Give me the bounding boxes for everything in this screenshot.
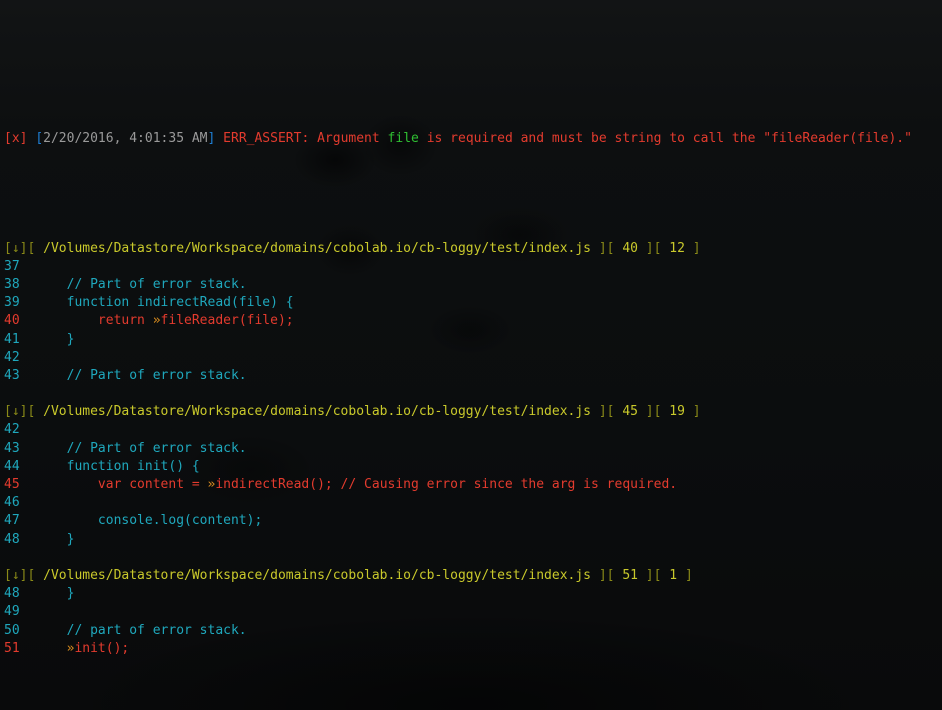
code-line-number: 43 — [4, 367, 36, 383]
column-number-value: 12 — [669, 240, 685, 256]
code-line: 43 // Part of error stack. — [4, 440, 942, 458]
line-bracket-open: [ — [606, 567, 623, 583]
code-text: // Part of error stack. — [35, 367, 247, 383]
error-position-marker-icon: » — [152, 313, 161, 329]
error-message-part1: Argument — [317, 131, 380, 147]
code-line: 50 // part of error stack. — [4, 622, 942, 640]
column-number-value: 1 — [669, 567, 678, 583]
line-bracket-open: [ — [606, 404, 623, 420]
code-line-number: 46 — [4, 495, 36, 511]
code-line-highlighted: 51 »init(); — [4, 640, 942, 658]
error-message-part2: is required and must be string to call t… — [426, 131, 912, 147]
code-line: 39 function indirectRead(file) { — [4, 294, 942, 312]
code-block-header[interactable]: [↓] [ /Volumes/Datastore/Workspace/domain… — [4, 240, 942, 258]
code-text: // part of error stack. — [35, 622, 247, 638]
column-bracket-close: ] — [684, 240, 701, 256]
code-line-number: 39 — [4, 295, 36, 311]
line-bracket-close: ] — [637, 567, 654, 583]
code-line-number: 48 — [4, 586, 36, 602]
jump-down-icon[interactable]: [↓] — [4, 568, 27, 583]
file-path[interactable]: /Volumes/Datastore/Workspace/domains/cob… — [43, 241, 591, 256]
terminal-window: [x] [2/20/2016, 4:01:35 AM] ERR_ASSERT: … — [0, 0, 942, 710]
code-text-after-marker: init(); — [74, 640, 130, 656]
path-bracket-close: ] — [591, 240, 607, 256]
timestamp-bracket-open: [ — [35, 131, 44, 147]
line-number-value: 51 — [622, 567, 638, 583]
path-bracket-close: ] — [591, 567, 607, 583]
code-line-number: 41 — [4, 331, 36, 347]
code-line-number: 48 — [4, 531, 36, 547]
column-bracket-close: ] — [677, 567, 693, 583]
code-text-before-marker: return — [35, 313, 153, 329]
code-block-header[interactable]: [↓] [ /Volumes/Datastore/Workspace/domain… — [4, 403, 942, 421]
code-line-number: 40 — [4, 313, 36, 329]
terminal-output: [x] [2/20/2016, 4:01:35 AM] ERR_ASSERT: … — [0, 55, 942, 710]
code-line: 48 } — [4, 531, 942, 549]
code-line-number: 47 — [4, 513, 36, 529]
code-line-highlighted: 45 var content = »indirectRead(); // Cau… — [4, 476, 942, 494]
line-bracket-open: [ — [606, 240, 623, 256]
code-text: function indirectRead(file) { — [35, 295, 294, 311]
column-bracket-open: [ — [653, 404, 670, 420]
error-code: ERR_ASSERT: — [223, 131, 310, 147]
code-line-number: 43 — [4, 440, 36, 456]
file-path[interactable]: /Volumes/Datastore/Workspace/domains/cob… — [43, 568, 591, 583]
code-text: } — [35, 531, 75, 547]
line-number-value: 40 — [622, 240, 638, 256]
code-line-number: 49 — [4, 604, 36, 620]
column-bracket-open: [ — [653, 567, 670, 583]
status-marker-icon: [x] — [4, 131, 28, 147]
timestamp: 2/20/2016, 4:01:35 AM — [43, 131, 208, 147]
code-text: console.log(content); — [35, 513, 263, 529]
code-line-number: 37 — [4, 258, 36, 274]
code-line: 49 — [4, 603, 942, 621]
line-bracket-close: ] — [637, 240, 654, 256]
code-line: 47 console.log(content); — [4, 512, 942, 530]
code-text-after-marker: indirectRead(); // Causing error since t… — [215, 477, 678, 493]
code-line-number: 42 — [4, 349, 36, 365]
code-line: 41 } — [4, 331, 942, 349]
code-line: 42 — [4, 421, 942, 439]
code-line: 37 — [4, 258, 942, 276]
code-text-before-marker — [35, 641, 66, 656]
code-text: } — [35, 331, 75, 347]
jump-down-icon[interactable]: [↓] — [4, 241, 27, 256]
column-bracket-close: ] — [684, 404, 701, 420]
column-bracket-open: [ — [653, 240, 670, 256]
code-line: 42 — [4, 349, 942, 367]
code-line-number: 50 — [4, 622, 36, 638]
code-line-highlighted: 40 return »fileReader(file); — [4, 312, 942, 330]
file-path[interactable]: /Volumes/Datastore/Workspace/domains/cob… — [43, 404, 591, 419]
code-text: } — [35, 586, 75, 602]
error-header-line: [x] [2/20/2016, 4:01:35 AM] ERR_ASSERT: … — [4, 130, 942, 148]
code-line-number: 51 — [4, 640, 36, 656]
code-block-header[interactable]: [↓] [ /Volumes/Datastore/Workspace/domain… — [4, 567, 942, 585]
code-text: function init() { — [35, 458, 200, 474]
line-number-value: 45 — [622, 404, 638, 420]
code-text: // Part of error stack. — [35, 276, 247, 292]
code-text: // Part of error stack. — [35, 440, 247, 456]
code-blocks-container: [↓] [ /Volumes/Datastore/Workspace/domain… — [4, 221, 942, 658]
code-line-number: 38 — [4, 276, 36, 292]
column-number-value: 19 — [669, 404, 685, 420]
code-line: 48 } — [4, 585, 942, 603]
code-line: 43 // Part of error stack. — [4, 367, 942, 385]
argument-name: file — [387, 131, 419, 147]
jump-down-icon[interactable]: [↓] — [4, 404, 27, 419]
code-line-number: 44 — [4, 458, 36, 474]
code-line: 46 — [4, 494, 942, 512]
line-bracket-close: ] — [637, 404, 654, 420]
code-text-before-marker: var content = — [35, 477, 208, 493]
path-bracket-close: ] — [591, 404, 607, 420]
code-line-number: 45 — [4, 477, 36, 493]
code-line: 44 function init() { — [4, 458, 942, 476]
code-text-after-marker: fileReader(file); — [160, 313, 294, 329]
code-line: 38 // Part of error stack. — [4, 276, 942, 294]
code-line-number: 42 — [4, 422, 36, 438]
